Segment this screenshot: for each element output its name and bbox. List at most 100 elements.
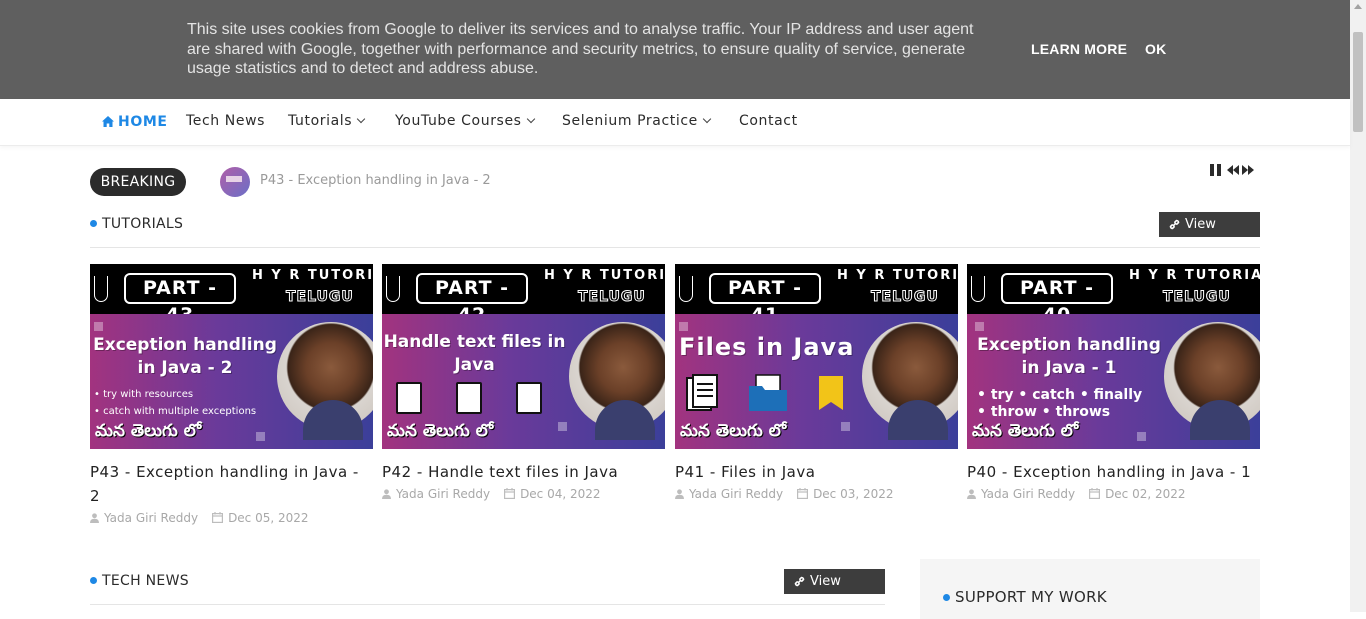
calendar-icon (797, 488, 809, 499)
tech-news-heading-label: TECH NEWS (102, 573, 189, 589)
support-heading: SUPPORT MY WORK (943, 588, 1107, 606)
txt-file-icon (456, 382, 482, 414)
tutorial-thumbnail[interactable]: PART - 41 H Y R TUTORIALS TELUGU Files i… (675, 264, 958, 449)
section-divider (90, 247, 1260, 248)
bullet-line: • catch with multiple exceptions (94, 406, 257, 417)
post-author[interactable]: Yada Giri Reddy (689, 487, 783, 501)
user-icon (382, 488, 391, 499)
link-icon (794, 576, 805, 587)
fast-forward-icon[interactable] (1242, 164, 1254, 176)
user-icon (90, 512, 99, 523)
nav-tech-news-label: Tech News (186, 113, 266, 129)
brand-name: H Y R TUTORIALS (252, 268, 373, 283)
tutorial-title-link[interactable]: P43 - Exception handling in Java - 2 (90, 460, 373, 508)
tutorials-view-more-button[interactable]: View More (1159, 212, 1260, 257)
tutorials-heading-label: TUTORIALS (102, 216, 184, 232)
thumbnail-bullets: • try with resources • catch with multip… (94, 386, 256, 420)
chevron-down-icon (702, 114, 712, 124)
nav-item-youtube-courses[interactable]: YouTube Courses (395, 113, 535, 129)
bullet-dot-icon (90, 577, 97, 584)
pause-icon[interactable] (1210, 164, 1222, 176)
post-author[interactable]: Yada Giri Reddy (396, 487, 490, 501)
tutorial-title-link[interactable]: P42 - Handle text files in Java (382, 460, 665, 484)
java-logo-icon (386, 276, 400, 302)
bullet-line: • try • catch • finally (977, 387, 1143, 403)
ok-button[interactable]: OK (1145, 41, 1166, 57)
tutorial-card: PART - 42 H Y R TUTORIALS TELUGU Handle … (382, 264, 665, 501)
nav-youtube-courses-label: YouTube Courses (395, 113, 522, 129)
breaking-thumbnail[interactable] (220, 167, 250, 197)
support-heading-label: SUPPORT MY WORK (955, 588, 1107, 606)
thumbnail-telugu-text: మన తెలుగు లో (680, 421, 787, 441)
rewind-icon[interactable] (1227, 164, 1239, 176)
tutorial-card: PART - 43 H Y R TUTORIALS TELUGU Excepti… (90, 264, 373, 525)
folder-icon (749, 374, 788, 411)
post-date: Dec 02, 2022 (1105, 487, 1186, 501)
main-navigation: HOME Tech News Tutorials YouTube Courses… (0, 99, 1350, 146)
calendar-icon (1089, 488, 1101, 499)
thumbnail-bullets: • try • catch • finally • throw • throws (977, 387, 1142, 421)
calendar-icon (212, 512, 224, 523)
post-author[interactable]: Yada Giri Reddy (104, 511, 198, 525)
brand-subtitle: TELUGU (1163, 289, 1231, 306)
files-icon (686, 374, 718, 411)
tech-news-heading: TECH NEWS (90, 573, 189, 589)
brand-name: H Y R TUTORIALS (544, 268, 665, 283)
breaking-badge: BREAKING (90, 168, 186, 196)
nav-item-tutorials[interactable]: Tutorials (288, 113, 366, 129)
post-meta: Yada Giri Reddy Dec 04, 2022 (382, 487, 665, 501)
scroll-up-arrow-icon[interactable] (1354, 4, 1362, 9)
text-file-icons (396, 382, 576, 418)
post-author[interactable]: Yada Giri Reddy (981, 487, 1075, 501)
tutorial-title-link[interactable]: P40 - Exception handling in Java - 1 (967, 460, 1260, 484)
post-meta: Yada Giri Reddy Dec 05, 2022 (90, 511, 373, 525)
part-number: PART - 40 (1001, 273, 1113, 326)
bullet-dot-icon (943, 594, 950, 601)
tutorials-heading: TUTORIALS (90, 216, 183, 232)
page-scrollbar[interactable] (1350, 0, 1366, 612)
nav-item-tech-news[interactable]: Tech News (186, 113, 265, 129)
thumbnail-header: PART - 41 H Y R TUTORIALS TELUGU (675, 264, 958, 326)
tutorial-title-link[interactable]: P41 - Files in Java (675, 460, 958, 484)
thumbnail-telugu-text: మన తెలుగు లో (972, 421, 1079, 441)
tutorial-card: PART - 40 H Y R TUTORIALS TELUGU Excepti… (967, 264, 1260, 501)
java-logo-icon (971, 276, 985, 302)
chevron-down-icon (526, 114, 535, 124)
learn-more-button[interactable]: LEARN MORE (1031, 41, 1127, 57)
decor-square (679, 322, 688, 331)
nav-item-home[interactable]: HOME (102, 114, 168, 130)
tutorial-thumbnail[interactable]: PART - 42 H Y R TUTORIALS TELUGU Handle … (382, 264, 665, 449)
cookie-message: This site uses cookies from Google to de… (187, 21, 974, 77)
part-number: PART - 41 (709, 273, 821, 326)
thumbnail-telugu-text: మన తెలుగు లో (387, 421, 494, 441)
tutorial-thumbnail[interactable]: PART - 40 H Y R TUTORIALS TELUGU Excepti… (967, 264, 1260, 449)
decor-square (975, 322, 984, 331)
cookie-consent-bar: This site uses cookies from Google to de… (0, 0, 1350, 99)
thumbnail-header: PART - 42 H Y R TUTORIALS TELUGU (382, 264, 665, 326)
nav-selenium-practice-label: Selenium Practice (562, 113, 698, 129)
user-icon (967, 488, 976, 499)
tutorial-thumbnail[interactable]: PART - 43 H Y R TUTORIALS TELUGU Excepti… (90, 264, 373, 449)
decor-square (841, 422, 850, 431)
nav-item-selenium-practice[interactable]: Selenium Practice (562, 113, 712, 129)
view-more-label: View More (810, 574, 843, 614)
scroll-thumb[interactable] (1353, 32, 1363, 132)
decor-square (1137, 432, 1146, 441)
user-icon (675, 488, 684, 499)
nav-item-contact[interactable]: Contact (739, 113, 798, 129)
java-logo-icon (679, 276, 693, 302)
tech-news-view-more-button[interactable]: View More (784, 569, 885, 614)
tutorial-card: PART - 41 H Y R TUTORIALS TELUGU Files i… (675, 264, 958, 501)
calendar-icon (504, 488, 516, 499)
bullet-line: • try with resources (94, 389, 194, 400)
decor-square (558, 422, 567, 431)
nav-contact-label: Contact (739, 113, 798, 129)
txt-file-icon (396, 382, 422, 414)
decor-square (256, 432, 265, 441)
home-icon (102, 116, 114, 127)
view-more-label: View More (1185, 217, 1218, 257)
brand-subtitle: TELUGU (871, 289, 939, 306)
thumbnail-header: PART - 43 H Y R TUTORIALS TELUGU (90, 264, 373, 326)
breaking-headline-link[interactable]: P43 - Exception handling in Java - 2 (260, 173, 491, 188)
thumbnail-title: Handle text files in Java (383, 332, 566, 375)
